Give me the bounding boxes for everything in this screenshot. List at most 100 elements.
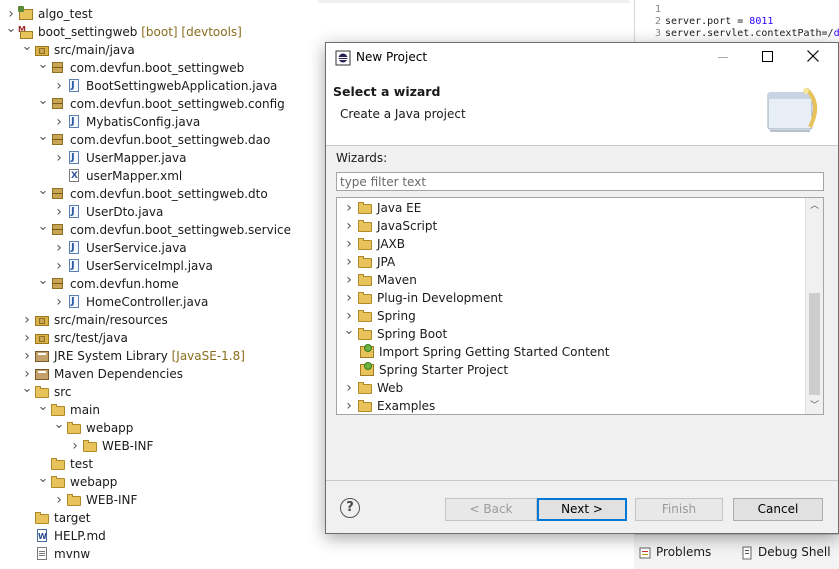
explorer-item-label: UserServiceImpl.java [86, 259, 213, 273]
explorer-item[interactable]: › BootSettingwebApplication.java [52, 77, 277, 95]
minimize-button[interactable] [700, 43, 746, 73]
finish-button[interactable]: Finish [635, 498, 723, 521]
explorer-item[interactable]: › UserServiceImpl.java [52, 257, 213, 275]
close-button[interactable] [790, 43, 836, 73]
chevron-down-icon[interactable]: ⌄ [36, 184, 50, 197]
wizard-label: Plug-in Development [377, 291, 503, 305]
chevron-down-icon[interactable]: ⌄ [20, 382, 34, 395]
chevron-down-icon[interactable]: ⌄ [20, 40, 34, 53]
chevron-down-icon[interactable]: ⌄ [36, 94, 50, 107]
explorer-item[interactable]: ⌄ webapp [52, 418, 134, 437]
wizard-filter-input[interactable] [336, 172, 824, 191]
explorer-item[interactable]: ⌄ com.devfun.boot_settingweb.dao [36, 130, 271, 149]
chevron-right-icon[interactable]: › [341, 199, 357, 217]
chevron-right-icon[interactable]: › [341, 253, 357, 271]
explorer-item[interactable]: › UserMapper.java [52, 149, 186, 167]
explorer-item-label: src/main/java [54, 43, 135, 57]
explorer-item[interactable]: › JRE System Library [JavaSE-1.8] [20, 347, 245, 365]
tab-debug-shell[interactable]: Debug Shell [740, 543, 831, 561]
explorer-item[interactable]: › UserDto.java [52, 203, 163, 221]
scroll-up-icon[interactable]: ︿ [806, 198, 823, 214]
chevron-right-icon[interactable]: › [341, 289, 357, 307]
chevron-down-icon[interactable]: ⌄ [4, 22, 18, 35]
chevron-right-icon[interactable]: › [52, 491, 66, 509]
chevron-right-icon[interactable]: › [52, 149, 66, 167]
wizard-item[interactable]: Spring Starter Project [359, 361, 508, 379]
back-button[interactable]: < Back [445, 498, 537, 521]
chevron-down-icon[interactable]: ⌄ [36, 130, 50, 143]
chevron-down-icon[interactable]: ⌄ [36, 274, 50, 287]
chevron-right-icon[interactable]: › [52, 113, 66, 131]
scrollbar-thumb[interactable] [809, 293, 820, 395]
explorer-item-label: UserDto.java [86, 205, 164, 219]
problems-icon [638, 546, 652, 560]
wizard-category[interactable]: › Plug-in Development [341, 289, 503, 307]
explorer-item[interactable]: mvnw [20, 545, 90, 563]
chevron-down-icon[interactable]: ⌄ [341, 324, 357, 337]
chevron-down-icon[interactable]: ⌄ [36, 400, 50, 413]
explorer-item[interactable]: ⌄ com.devfun.boot_settingweb [36, 58, 245, 77]
explorer-item[interactable]: › src/test/java [20, 329, 128, 347]
banner-title: Select a wizard [333, 84, 441, 99]
tab-problems[interactable]: Problems [638, 543, 711, 561]
chevron-down-icon[interactable]: ⌄ [36, 58, 50, 71]
wizard-category[interactable]: ⌄ Spring Boot [341, 324, 448, 343]
explorer-item[interactable]: ⌄ com.devfun.boot_settingweb.service [36, 220, 291, 239]
chevron-down-icon[interactable]: ⌄ [36, 472, 50, 485]
explorer-item[interactable]: › src/main/resources [20, 311, 168, 329]
chevron-right-icon[interactable]: › [20, 329, 34, 347]
wizard-category[interactable]: › Examples [341, 397, 435, 414]
wizard-category[interactable]: › Maven [341, 271, 417, 289]
wizard-category[interactable]: › JavaScript [341, 217, 437, 235]
wizard-label: Java EE [377, 201, 422, 215]
eclipse-icon [335, 50, 351, 66]
explorer-item-label: src [54, 385, 72, 399]
explorer-item[interactable]: ⌄ webapp [36, 472, 118, 491]
chevron-right-icon[interactable]: › [20, 347, 34, 365]
chevron-right-icon[interactable]: › [341, 271, 357, 289]
wizard-item[interactable]: Import Spring Getting Started Content [359, 343, 610, 361]
wizard-category[interactable]: › JAXB [341, 235, 405, 253]
chevron-right-icon[interactable]: › [341, 235, 357, 253]
explorer-item[interactable]: › HomeController.java [52, 293, 208, 311]
explorer-item[interactable]: HELP.md [20, 527, 106, 546]
explorer-item[interactable]: › UserService.java [52, 239, 186, 257]
chevron-right-icon[interactable]: › [341, 217, 357, 235]
maximize-button[interactable] [744, 43, 790, 73]
chevron-right-icon[interactable]: › [52, 77, 66, 95]
wizard-tree-scrollbar[interactable]: ︿ ﹀ [805, 198, 823, 414]
chevron-right-icon[interactable]: › [341, 379, 357, 397]
explorer-item-label: WEB-INF [86, 493, 138, 507]
wizard-category[interactable]: › Web [341, 379, 403, 397]
explorer-item[interactable]: › Maven Dependencies [20, 365, 183, 383]
chevron-right-icon[interactable]: › [52, 239, 66, 257]
cancel-button[interactable]: Cancel [733, 498, 823, 521]
next-button[interactable]: Next > [537, 498, 627, 521]
explorer-item[interactable]: ⌄ com.devfun.boot_settingweb.dto [36, 184, 268, 203]
wizard-category[interactable]: › Java EE [341, 199, 421, 217]
chevron-right-icon[interactable]: › [52, 257, 66, 275]
explorer-item[interactable]: › WEB-INF [52, 491, 137, 509]
chevron-down-icon[interactable]: ⌄ [52, 418, 66, 431]
chevron-right-icon[interactable]: › [20, 311, 34, 329]
folder-icon [357, 199, 373, 217]
explorer-item[interactable]: ⌄ boot_settingweb [boot] [devtools] [4, 21, 242, 41]
scroll-down-icon[interactable]: ﹀ [806, 398, 823, 414]
chevron-right-icon[interactable]: › [52, 293, 66, 311]
chevron-down-icon[interactable]: ⌄ [36, 220, 50, 233]
dialog-titlebar[interactable]: New Project [326, 43, 838, 73]
help-icon[interactable]: ? [340, 498, 360, 518]
chevron-right-icon[interactable]: › [52, 203, 66, 221]
wizard-category[interactable]: › JPA [341, 253, 395, 271]
explorer-item[interactable]: ⌄ com.devfun.boot_settingweb.config [36, 94, 285, 113]
chevron-right-icon[interactable]: › [68, 437, 82, 455]
explorer-item[interactable]: target [20, 509, 91, 527]
explorer-item[interactable]: › MybatisConfig.java [52, 113, 200, 131]
java-file-icon [66, 113, 82, 131]
explorer-item[interactable]: userMapper.xml [52, 167, 182, 185]
explorer-item-label: com.devfun.home [70, 277, 179, 291]
chevron-right-icon[interactable]: › [341, 397, 357, 414]
explorer-item[interactable]: ⌄ main [36, 400, 100, 419]
explorer-item[interactable]: › WEB-INF [68, 437, 153, 455]
explorer-item[interactable]: ⌄ com.devfun.home [36, 274, 179, 293]
